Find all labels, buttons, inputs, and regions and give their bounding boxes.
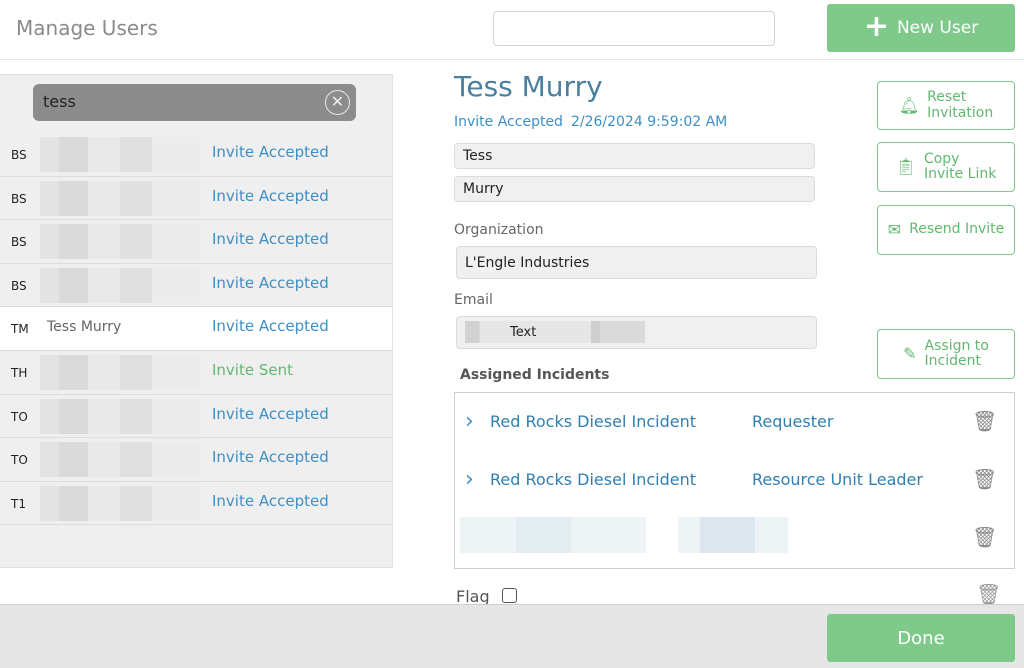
clear-circle-icon[interactable]: ✕ (325, 90, 350, 115)
redacted-name (40, 224, 200, 260)
list-item[interactable]: TH Invite Sent (0, 350, 392, 395)
user-status: Invite Accepted (212, 273, 329, 292)
incident-role: Resource Unit Leader (752, 470, 923, 489)
list-item[interactable]: BS Invite Accepted (0, 263, 392, 308)
user-status: Invite Accepted (212, 491, 329, 510)
organization-field[interactable]: L'Engle Industries (456, 246, 817, 279)
top-bar: Manage Users + New User (0, 0, 1024, 60)
user-initials: BS (11, 148, 27, 162)
list-item[interactable]: BS Invite Accepted (0, 133, 392, 177)
trash-icon[interactable]: 🗑︎ (976, 582, 1001, 606)
incident-row[interactable]: › Red Rocks Diesel Incident Requester 🗑︎ (455, 395, 1014, 445)
page-title: Manage Users (16, 16, 158, 40)
trash-icon[interactable]: 🗑︎ (972, 409, 997, 433)
user-initials: BS (11, 235, 27, 250)
flag-checkbox[interactable] (502, 588, 517, 603)
redacted-name (40, 137, 200, 172)
new-user-button[interactable]: + New User (827, 4, 1015, 52)
user-list: BS Invite Accepted BS Invite Accepted BS… (0, 133, 392, 526)
redacted-name (40, 442, 200, 478)
user-status: Invite Accepted (212, 448, 329, 467)
redacted-name (40, 485, 200, 521)
user-initials: TM (11, 322, 29, 337)
invite-status-line: Invite Accepted 2/26/2024 9:59:02 AM (454, 114, 735, 130)
redacted-name (40, 180, 200, 216)
bell-icon: 🔔︎ (898, 95, 920, 115)
first-name-value: Tess (463, 148, 493, 164)
user-status: Invite Accepted (212, 317, 329, 336)
list-item[interactable]: TO Invite Accepted (0, 394, 392, 439)
incident-role: Requester (752, 412, 834, 431)
assigned-incidents-title: Assigned Incidents (460, 367, 610, 383)
footer-bar: Done (0, 604, 1024, 668)
email-label: Email (454, 292, 493, 308)
last-name-field[interactable]: Murry (454, 176, 815, 202)
resend-invite-button[interactable]: ✉ Resend Invite (877, 205, 1015, 255)
list-item[interactable]: TO Invite Accepted (0, 438, 392, 482)
clipboard-icon: 📋︎ (895, 157, 916, 177)
user-status: Invite Accepted (212, 186, 329, 205)
user-name: Tess Murry (47, 319, 122, 336)
user-list-panel: tess ✕ BS Invite Accepted BS Invite Acce… (0, 74, 393, 568)
last-name-value: Murry (463, 181, 504, 197)
list-item[interactable]: T1 Invite Accepted (0, 481, 392, 526)
user-full-name: Tess Murry (454, 70, 603, 103)
user-initials: T1 (11, 496, 26, 511)
list-item[interactable]: BS Invite Accepted (0, 220, 392, 264)
trash-icon[interactable]: 🗑︎ (972, 467, 997, 491)
chevron-right-icon[interactable]: › (465, 409, 474, 434)
first-name-field[interactable]: Tess (454, 143, 815, 169)
invite-status: Invite Accepted (454, 114, 563, 130)
user-initials: TO (11, 409, 28, 424)
user-status: Invite Accepted (212, 230, 329, 249)
redacted-name (40, 354, 200, 390)
list-item[interactable]: BS Invite Accepted (0, 176, 392, 221)
resend-invite-label: Resend Invite (909, 221, 1005, 238)
reset-invitation-button[interactable]: 🔔︎ Reset Invitation (877, 81, 1015, 130)
copy-invite-link-button[interactable]: 📋︎ Copy Invite Link (877, 142, 1015, 192)
user-initials: BS (11, 191, 27, 206)
plus-icon: + (863, 8, 889, 44)
organization-label: Organization (454, 222, 544, 238)
redacted-name (40, 398, 200, 434)
incident-row[interactable]: 🗑︎ (455, 511, 1014, 561)
redacted-email (465, 321, 645, 343)
done-button[interactable]: Done (827, 614, 1015, 662)
incident-name[interactable]: Red Rocks Diesel Incident (490, 412, 696, 431)
user-status: Invite Accepted (212, 143, 329, 161)
search-input[interactable] (493, 11, 775, 46)
list-item-selected[interactable]: TM Tess Murry Invite Accepted (0, 307, 392, 351)
trash-icon[interactable]: 🗑︎ (972, 525, 997, 549)
incident-row[interactable]: › Red Rocks Diesel Incident Resource Uni… (455, 453, 1014, 503)
user-initials: TO (11, 453, 28, 468)
invite-date: 2/26/2024 9:59:02 AM (570, 114, 728, 130)
filter-value: tess (43, 92, 76, 111)
user-initials: TH (11, 365, 28, 380)
redacted-name (40, 267, 200, 303)
user-filter-input[interactable]: tess ✕ (33, 84, 356, 121)
user-pencil-icon: ✎ (903, 344, 917, 364)
organization-value: L'Engle Industries (465, 255, 590, 271)
assign-to-incident-button[interactable]: ✎ Assign to Incident (877, 329, 1015, 379)
incident-name[interactable]: Red Rocks Diesel Incident (490, 470, 696, 489)
assigned-incidents-list: › Red Rocks Diesel Incident Requester 🗑︎… (454, 392, 1015, 569)
envelope-icon: ✉ (887, 220, 902, 240)
reset-invitation-label: Reset Invitation (927, 89, 994, 121)
chevron-right-icon[interactable]: › (465, 467, 474, 492)
copy-invite-link-label: Copy Invite Link (923, 150, 997, 182)
assign-to-incident-label: Assign to Incident (924, 337, 989, 369)
user-status: Invite Accepted (212, 404, 329, 423)
user-status: Invite Sent (212, 360, 293, 379)
email-field[interactable]: Text (456, 316, 817, 349)
new-user-label: New User (896, 18, 979, 38)
user-initials: BS (11, 278, 27, 293)
email-value: Text (510, 325, 537, 340)
